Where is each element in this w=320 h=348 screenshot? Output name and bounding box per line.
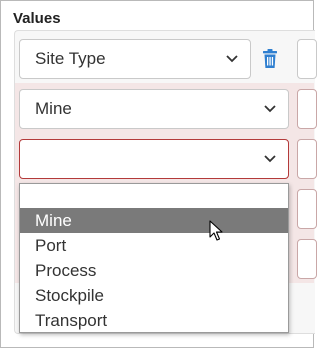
dropdown-list: Mine Port Process Stockpile Transport [19,183,289,333]
mine-select[interactable]: Mine [19,89,289,129]
select-value: Mine [35,99,72,118]
value-input[interactable] [297,239,317,279]
value-input[interactable] [297,89,317,129]
value-input[interactable] [297,139,317,179]
value-input[interactable] [297,189,317,229]
select-value: Site Type [35,49,106,68]
empty-select[interactable] [19,139,289,179]
dropdown-option-stockpile[interactable]: Stockpile [20,283,288,308]
chevron-down-icon [264,155,276,163]
dropdown-option-process[interactable]: Process [20,258,288,283]
site-type-select[interactable]: Site Type [19,39,251,79]
dropdown-option-mine[interactable]: Mine [20,208,288,233]
section-heading: Values [13,10,61,27]
mouse-pointer-icon [209,220,223,241]
chevron-down-icon [226,55,238,63]
value-input[interactable] [297,39,317,79]
trash-icon[interactable] [262,49,278,69]
chevron-down-icon [264,105,276,113]
dropdown-option-transport[interactable]: Transport [20,308,288,333]
dropdown-option-empty[interactable] [20,184,288,208]
dropdown-option-port[interactable]: Port [20,233,288,258]
